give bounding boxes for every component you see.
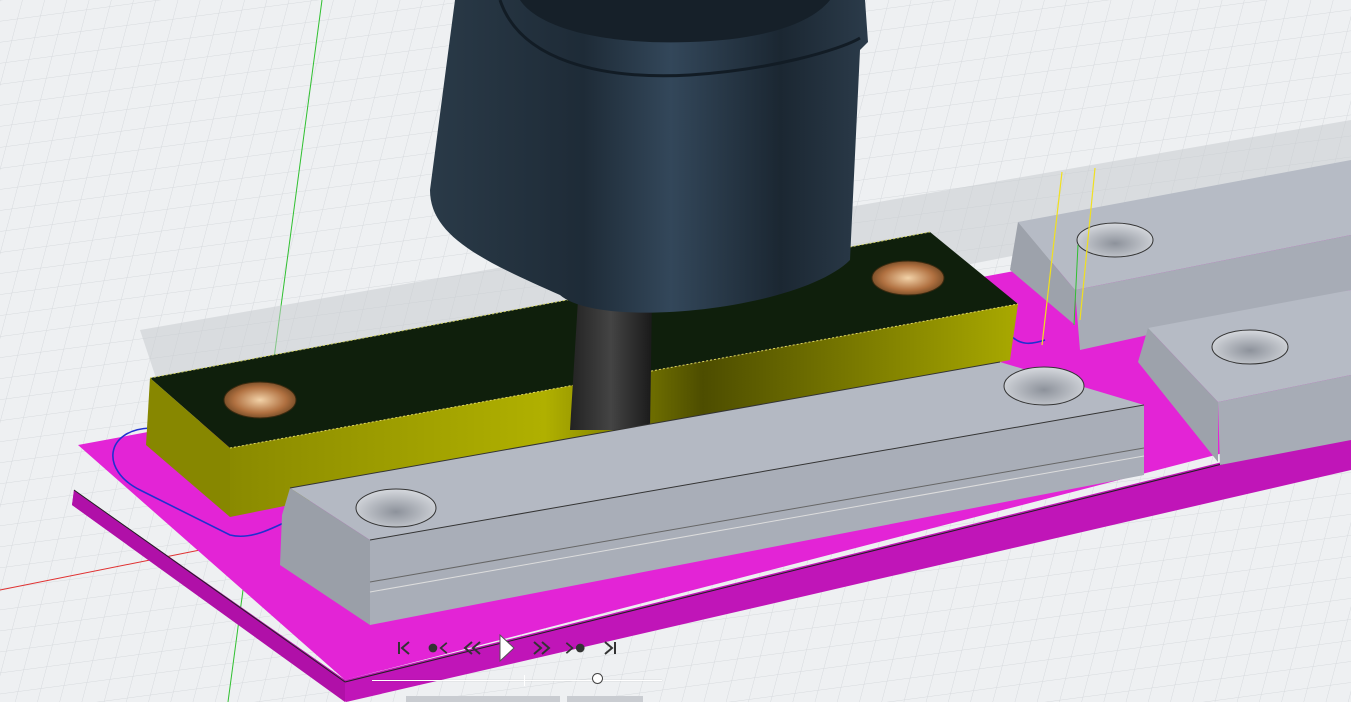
step-forward-button[interactable] — [528, 633, 554, 663]
skip-to-end-icon — [604, 641, 616, 655]
3d-viewport[interactable] — [0, 0, 1351, 702]
skip-to-start-icon — [398, 641, 410, 655]
go-to-start-button[interactable] — [392, 633, 418, 663]
lower-clamp-hole — [1211, 329, 1289, 365]
clamp-hole-right — [1003, 366, 1085, 406]
bottom-panel-tab[interactable] — [406, 696, 560, 702]
simulation-timeline[interactable] — [372, 670, 662, 690]
step-back-button[interactable] — [460, 633, 486, 663]
stock-hole-left — [223, 381, 297, 419]
previous-operation-icon — [428, 642, 448, 654]
clamp-hole-left — [355, 488, 437, 528]
timeline-marker — [524, 675, 525, 686]
playback-controls — [392, 630, 662, 666]
step-back-icon — [463, 641, 481, 655]
timeline-track[interactable] — [372, 680, 662, 681]
play-icon — [499, 633, 515, 663]
previous-operation-button[interactable] — [426, 633, 452, 663]
go-to-end-button[interactable] — [596, 633, 622, 663]
timeline-slider-handle[interactable] — [592, 673, 604, 684]
play-button[interactable] — [494, 633, 520, 663]
stock-hole-right — [871, 260, 945, 296]
next-operation-button[interactable] — [562, 633, 588, 663]
next-operation-icon — [565, 642, 585, 654]
tool-shank — [570, 300, 652, 430]
step-forward-icon — [533, 641, 551, 655]
bottom-panel-tab[interactable] — [567, 696, 643, 702]
